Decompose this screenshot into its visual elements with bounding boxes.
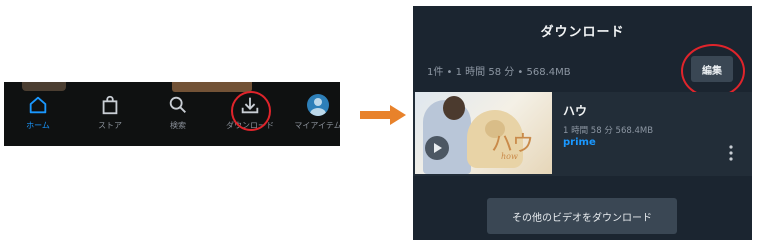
nav-label-store: ストア	[98, 121, 122, 130]
thumbnail-person-head	[443, 96, 465, 120]
nav-item-home[interactable]: ホーム	[8, 94, 68, 131]
home-icon	[29, 96, 47, 114]
download-list-item[interactable]: ハウ how ハウ 1 時間 58 分 568.4MB prime	[413, 92, 752, 176]
download-summary: 1件 • 1 時間 58 分 • 568.4MB	[427, 67, 571, 78]
download-screen: ダウンロード 1件 • 1 時間 58 分 • 568.4MB 編集 ハウ ho…	[413, 6, 752, 240]
content-thumbnail	[172, 82, 252, 92]
nav-label-my-items: マイアイテム	[294, 121, 340, 130]
nav-item-store[interactable]: ストア	[80, 94, 140, 131]
page-title: ダウンロード	[540, 25, 625, 40]
video-title: ハウ	[563, 104, 588, 118]
right-arrow-icon	[360, 105, 406, 125]
highlight-circle-edit	[681, 44, 745, 98]
bottom-nav-bar: ホーム ストア 検索 ダウンロード マイアイテム	[4, 82, 340, 146]
download-more-videos-button[interactable]: その他のビデオをダウンロード	[487, 198, 677, 234]
shopping-bag-icon	[102, 95, 118, 115]
profile-avatar-icon	[307, 94, 329, 116]
content-thumbnails-strip	[4, 82, 340, 92]
search-icon	[169, 96, 186, 113]
nav-item-my-items[interactable]: マイアイテム	[288, 94, 340, 131]
thumbnail-subtitle-logo: how	[501, 152, 518, 161]
video-thumbnail[interactable]: ハウ how	[415, 92, 552, 174]
prime-badge: prime	[563, 137, 596, 148]
more-options-icon[interactable]	[727, 144, 735, 162]
play-icon[interactable]	[425, 136, 449, 160]
video-meta: 1 時間 58 分 568.4MB	[563, 126, 654, 136]
highlight-circle-download	[231, 91, 271, 131]
content-thumbnail	[22, 82, 66, 91]
nav-label-search: 検索	[170, 121, 186, 130]
nav-item-search[interactable]: 検索	[148, 94, 208, 131]
nav-label-home: ホーム	[26, 121, 50, 130]
